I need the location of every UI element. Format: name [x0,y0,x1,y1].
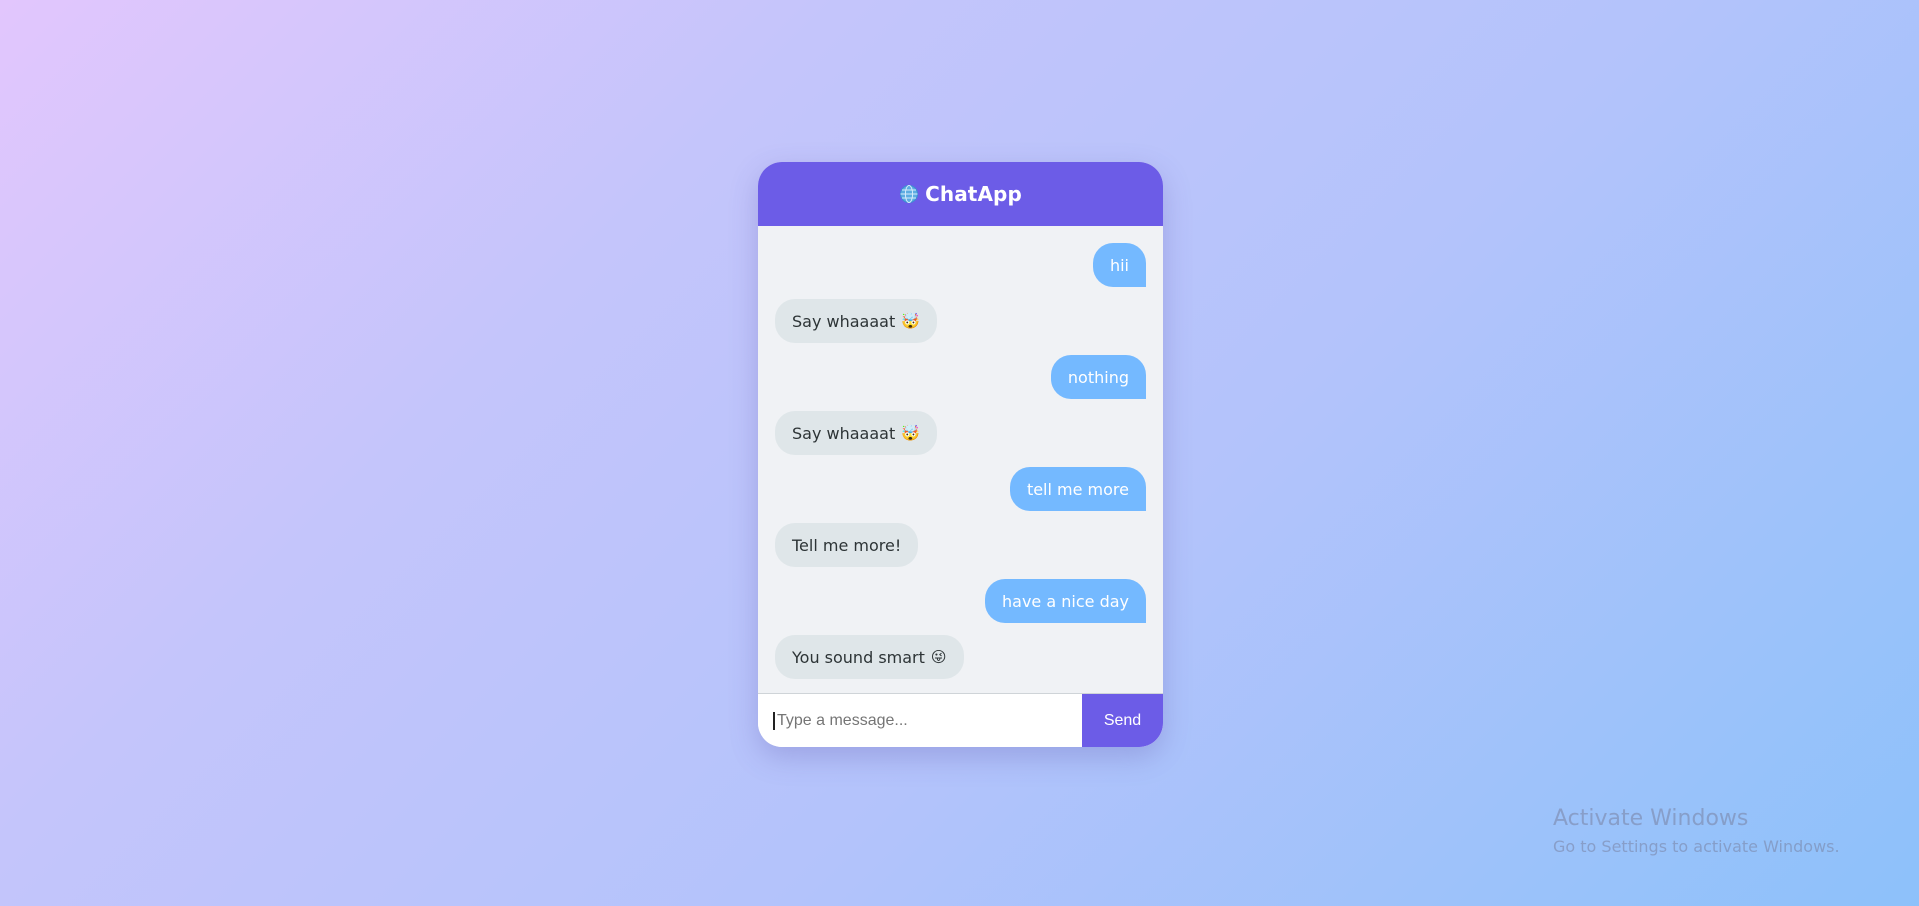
message-text: You sound smart [792,647,925,667]
message-text: nothing [1067,367,1129,387]
message-emoji: 🤯 [901,312,920,330]
watermark-title: Activate Windows [1553,806,1749,831]
message-text: have a nice day [1002,591,1129,611]
bot-message-bubble: You sound smart 😜 [775,635,964,679]
user-message-row: hii [775,243,1146,287]
bot-message-row: You sound smart 😜 [775,635,1146,679]
windows-activation-watermark: Activate Windows Go to Settings to activ… [1553,806,1840,856]
message-text: tell me more [1026,479,1129,499]
bot-message-row: Tell me more! [775,523,1146,567]
send-button[interactable]: Send [1082,694,1163,747]
globe-icon [899,184,919,204]
bot-message-bubble: Say whaaaat 🤯 [775,299,937,343]
message-input[interactable] [773,711,1082,730]
message-text: Say whaaaat [792,311,896,331]
message-list: hii Say whaaaat 🤯 nothing Say whaaaat 🤯 tell m… [758,226,1163,693]
user-message-bubble: have a nice day [985,579,1146,623]
bot-message-bubble: Say whaaaat 🤯 [775,411,937,455]
user-message-bubble: nothing [1050,355,1146,399]
bot-message-row: Say whaaaat 🤯 [775,411,1146,455]
message-emoji: 🤯 [901,424,920,442]
user-message-bubble: hii [1092,243,1146,287]
input-bar: Send [758,693,1163,747]
message-text: Tell me more! [792,535,902,555]
user-message-bubble: tell me more [1009,467,1146,511]
message-emoji: 😜 [930,648,947,666]
user-message-row: tell me more [775,467,1146,511]
bot-message-bubble: Tell me more! [775,523,919,567]
bot-message-row: Say whaaaat 🤯 [775,299,1146,343]
chat-window: ChatApp hii Say whaaaat 🤯 nothing Say whaaaa… [758,162,1163,747]
chat-header: ChatApp [758,162,1163,226]
watermark-subtitle: Go to Settings to activate Windows. [1553,837,1840,856]
user-message-row: nothing [775,355,1146,399]
user-message-row: have a nice day [775,579,1146,623]
chat-title: ChatApp [925,182,1022,206]
message-text: hii [1109,255,1129,275]
message-text: Say whaaaat [792,423,896,443]
